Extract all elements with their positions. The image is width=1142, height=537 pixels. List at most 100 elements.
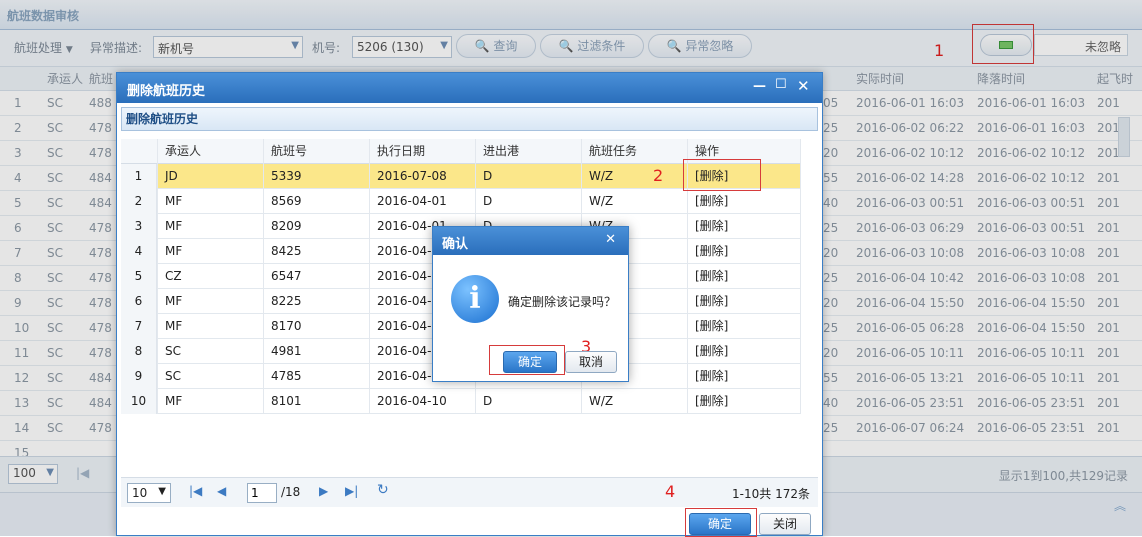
delete-link[interactable]: [删除] [695,364,728,389]
last-page-icon[interactable]: ▶| [345,484,358,498]
flight-process-menu[interactable]: 航班处理 ▼ [14,39,73,56]
delete-link[interactable]: [删除] [695,339,728,364]
bg-cell-flight: 488 [89,96,112,110]
search-icon: 🔍 [474,39,490,53]
bg-cell-actual: 2016-06-05 10:11 [856,346,965,360]
bg-cell-mid: 25 [823,121,839,135]
minimize-icon[interactable]: — [753,79,766,94]
anomaly-select[interactable]: 新机号 ▼ [153,36,303,58]
chevron-down-icon: ▼ [65,45,73,55]
anomaly-select-value: 新机号 [158,42,195,56]
bg-cell-flight: 478 [89,271,112,285]
bg-cell-dep: 201 [1097,171,1120,185]
ignore-toggle[interactable] [980,34,1032,56]
bg-cell-land: 2016-06-02 10:12 [977,171,1086,185]
bg-col-header: 降落时间 [977,72,1026,86]
bg-cell-carrier: SC [47,221,63,235]
dialog-close-button[interactable]: 关闭 [759,513,811,535]
toolbar: 航班处理 ▼ 异常描述: 新机号 ▼ 机号: 5206 (130) ▼ 🔍 查询… [0,30,1142,66]
confirm-ok-button[interactable]: 确定 [503,351,557,373]
page-size-select[interactable]: 10 ▼ [127,483,171,503]
cell-carrier: SC [165,369,181,383]
delete-link[interactable]: [删除] [695,239,728,264]
bg-cell-mid: 05 [823,96,839,110]
delete-link[interactable]: [删除] [695,189,728,214]
cell-flight: 8170 [271,319,302,333]
first-page-icon[interactable]: |◀ [189,484,202,498]
bg-cell-flight: 478 [89,346,112,360]
bg-cell-actual: 2016-06-05 13:21 [856,371,965,385]
cell-carrier: MF [165,319,183,333]
bg-cell-land: 2016-06-03 10:08 [977,271,1086,285]
bg-cell-mid: 20 [823,146,839,160]
delete-link[interactable]: [删除] [695,389,728,414]
bg-cell-land: 2016-06-05 23:51 [977,396,1086,410]
col-header: 承运人 [165,144,202,158]
table-row[interactable]: 2 MF 8569 2016-04-01 D W/Z [删除] [121,189,801,214]
collapse-up-icon[interactable]: ︽ [1114,497,1126,514]
info-icon: i [451,275,499,323]
delete-link[interactable]: [删除] [695,264,728,289]
cell-flight: 8569 [271,194,302,208]
next-page-icon[interactable]: ▶ [319,484,328,498]
bg-cell-mid: 20 [823,346,839,360]
cell-date: 2016-07-08 [377,169,447,183]
bg-scrollbar-thumb[interactable] [1118,117,1130,157]
total-pages: /18 [281,485,301,499]
refresh-icon[interactable]: ↻ [377,482,389,498]
annotation-2: 2 [653,166,664,185]
first-page-icon[interactable]: |◀ [76,466,89,480]
bg-cell-flight: 478 [89,121,112,135]
row-number: 6 [121,289,157,314]
delete-link[interactable]: [删除] [695,289,728,314]
tail-select-value: 5206 (130) [357,40,424,54]
bg-page-size-select[interactable]: 100 ▼ [8,464,58,484]
ignore-label: 异常忽略 [685,39,734,53]
dialog-titlebar[interactable]: 删除航班历史 — ☐ ✕ [117,73,822,103]
bg-cell-mid: 55 [823,171,839,185]
bg-cell-n: 13 [14,396,30,410]
annotation-box-2 [683,159,761,191]
bg-cell-mid: 25 [823,271,839,285]
tail-select[interactable]: 5206 (130) ▼ [352,36,452,58]
confirm-titlebar[interactable]: 确认 ✕ [433,227,628,255]
bg-cell-n: 6 [14,221,22,235]
bg-cell-mid: 25 [823,221,839,235]
cell-date: 2016-04-0 [377,269,440,283]
bg-cell-flight: 478 [89,246,112,260]
bg-cell-carrier: SC [47,421,63,435]
annotation-4: 4 [665,482,676,501]
close-icon[interactable]: ✕ [605,232,616,247]
bg-page-size: 100 [13,466,36,480]
query-label: 查询 [493,39,518,53]
bg-cell-actual: 2016-06-03 06:29 [856,221,965,235]
page-number-input[interactable] [247,483,277,503]
query-button[interactable]: 🔍 查询 [456,34,536,58]
table-row[interactable]: 10 MF 8101 2016-04-10 D W/Z [删除] [121,389,801,414]
bg-col-header: 航班 [89,72,114,86]
cell-date: 2016-04-0 [377,369,440,383]
ignore-anomaly-button[interactable]: 🔍 异常忽略 [648,34,752,58]
col-header: 航班任务 [589,144,638,158]
dialog-ok-button[interactable]: 确定 [689,513,751,535]
prev-page-icon[interactable]: ◀ [217,484,226,498]
bg-cell-n: 9 [14,296,22,310]
filter-button[interactable]: 🔍 过滤条件 [540,34,644,58]
bg-cell-dep: 201 [1097,221,1120,235]
confirm-cancel-button[interactable]: 取消 [565,351,617,373]
maximize-icon[interactable]: ☐ [775,77,787,92]
row-number: 4 [121,239,157,264]
cell-flight: 6547 [271,269,302,283]
delete-link[interactable]: [删除] [695,214,728,239]
delete-link[interactable]: [删除] [695,314,728,339]
dialog-title: 删除航班历史 [127,84,206,99]
cell-flight: 8101 [271,394,302,408]
row-number: 5 [121,264,157,289]
search-icon: 🔍 [666,39,682,53]
cell-task: W/Z [589,194,614,208]
close-icon[interactable]: ✕ [797,77,810,95]
bg-cell-dep: 201 [1097,146,1120,160]
bg-cell-n: 8 [14,271,22,285]
bg-cell-dep: 201 [1097,296,1120,310]
cell-flight: 5339 [271,169,302,183]
